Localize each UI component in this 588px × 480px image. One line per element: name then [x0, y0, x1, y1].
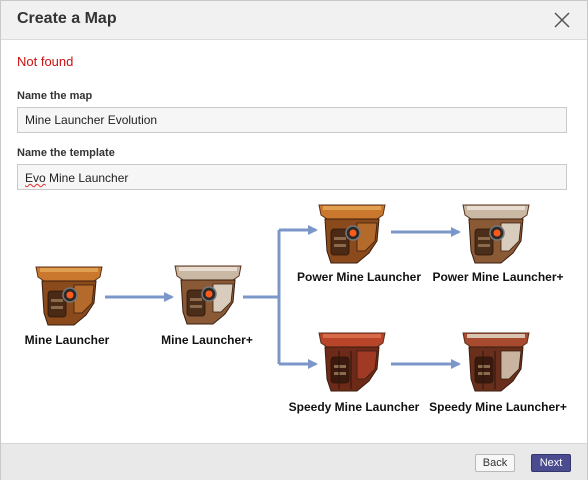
back-button[interactable]: Back — [475, 454, 515, 472]
template-name-value: Evo Mine Launcher — [25, 171, 128, 185]
evolution-diagram: Mine Launcher Mine Launcher+ Power Mine … — [1, 196, 587, 441]
caption-speedy-mine-launcher: Speedy Mine Launcher — [288, 400, 420, 414]
create-map-dialog: Create a Map Not found Name the map Name… — [0, 0, 588, 480]
map-name-label: Name the map — [17, 90, 93, 102]
dialog-header: Create a Map — [1, 1, 587, 40]
close-icon[interactable] — [551, 9, 573, 31]
caption-power-mine-launcher-plus: Power Mine Launcher+ — [432, 270, 564, 284]
error-message: Not found — [17, 54, 74, 69]
launcher-sprite — [35, 266, 103, 326]
launcher-sprite — [318, 332, 386, 392]
template-name-label: Name the template — [17, 147, 115, 159]
template-name-input[interactable]: Evo Mine Launcher — [17, 164, 567, 190]
map-name-input[interactable] — [17, 107, 567, 133]
launcher-sprite — [462, 332, 530, 392]
launcher-sprite — [174, 265, 242, 325]
caption-mine-launcher-plus: Mine Launcher+ — [161, 333, 253, 347]
dialog-title: Create a Map — [17, 10, 117, 27]
spellcheck-word: Evo — [25, 171, 46, 185]
next-button[interactable]: Next — [531, 454, 571, 472]
caption-mine-launcher: Mine Launcher — [24, 333, 110, 347]
caption-power-mine-launcher: Power Mine Launcher — [296, 270, 422, 284]
template-name-rest: Mine Launcher — [45, 171, 129, 185]
caption-speedy-mine-launcher-plus: Speedy Mine Launcher+ — [429, 400, 567, 414]
launcher-sprite — [318, 204, 386, 264]
arrows — [105, 225, 461, 369]
launcher-sprite — [462, 204, 530, 264]
dialog-footer: Back Next — [1, 443, 587, 480]
